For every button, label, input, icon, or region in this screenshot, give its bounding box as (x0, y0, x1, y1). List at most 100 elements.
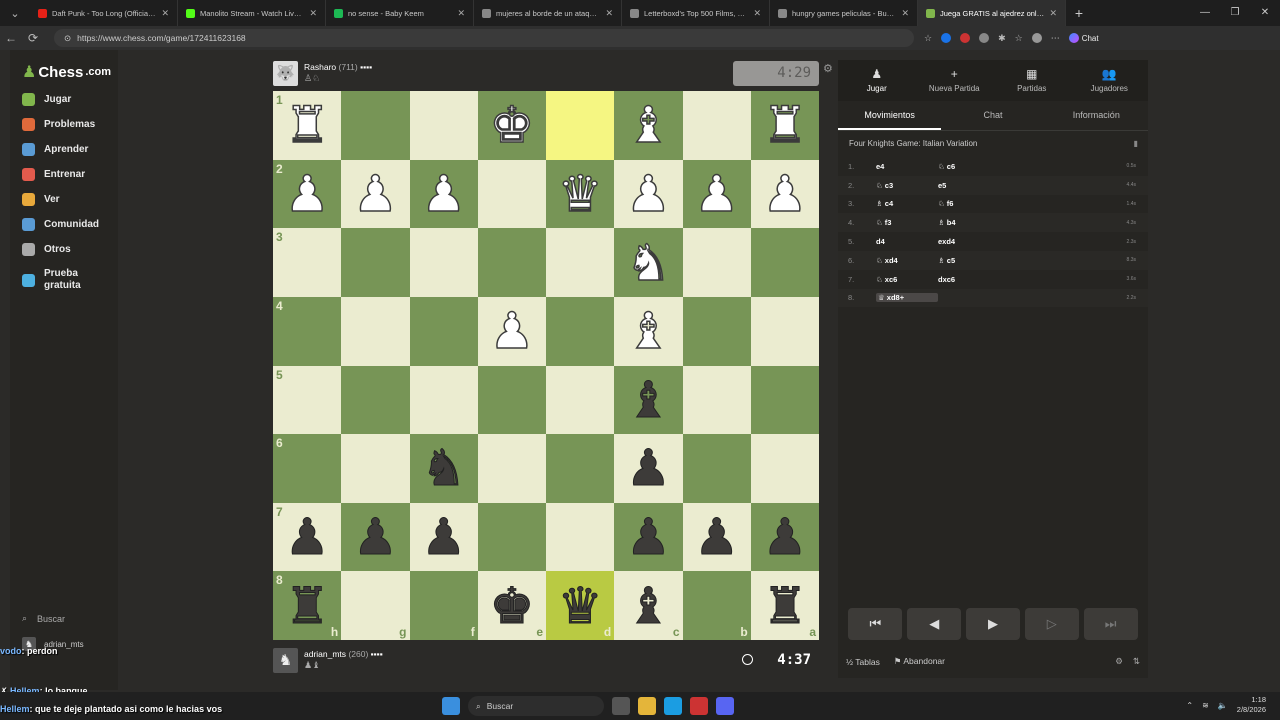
chess-piece[interactable]: ♞ (625, 237, 671, 289)
white-move[interactable]: ♘ xd4 (876, 256, 938, 265)
subtab[interactable]: Información (1045, 101, 1148, 130)
edge-icon[interactable] (664, 697, 682, 715)
sidebar-item-aprender[interactable]: Aprender (22, 143, 88, 156)
board-square[interactable]: ♝ (614, 365, 683, 435)
black-move[interactable]: exd4 (938, 237, 1000, 246)
next-move-button[interactable]: ▷ (1024, 608, 1079, 640)
browser-tab[interactable]: Daft Punk - Too Long (Official Au... ✕ (30, 0, 178, 26)
board-square[interactable] (682, 365, 751, 435)
chess-piece[interactable]: ♝ (625, 100, 671, 152)
sidebar-item-problemas[interactable]: Problemas (22, 118, 95, 131)
white-move[interactable]: ♘ f3 (876, 218, 938, 227)
player-avatar[interactable]: ♞ (273, 647, 298, 673)
app-icon[interactable] (690, 697, 708, 715)
board-square[interactable]: 7 ♟ (273, 502, 342, 572)
browser-tab[interactable]: no sense - Baby Keem ✕ (326, 0, 474, 26)
chess-piece[interactable]: ♜ (762, 580, 808, 631)
discord-icon[interactable] (716, 697, 734, 715)
board-square[interactable]: b (682, 571, 751, 640)
chess-piece[interactable]: ♜ (284, 100, 330, 152)
board-square[interactable]: 1 ♜ (273, 91, 342, 160)
extension-icon[interactable] (941, 33, 952, 43)
black-move[interactable]: dxc6 (938, 275, 1000, 284)
taskbar-search[interactable]: ⌕ Buscar (468, 696, 604, 716)
back-icon[interactable]: ← (0, 31, 22, 45)
board-square[interactable] (477, 502, 546, 572)
sidebar-item-comunidad[interactable]: Comunidad (22, 218, 99, 231)
board-square[interactable]: ♝ (614, 296, 683, 366)
sidebar-search[interactable]: ⌕ Buscar (22, 613, 65, 624)
board-square[interactable]: ♟ (750, 159, 819, 229)
extension-icon[interactable] (979, 33, 990, 43)
board-square[interactable] (682, 91, 751, 160)
wifi-icon[interactable]: ≋ (1202, 701, 1209, 710)
board-square[interactable]: c ♝ (614, 571, 683, 640)
site-info-icon[interactable]: ⊙ (64, 33, 71, 44)
flip-board-icon[interactable]: ⇅ (1133, 656, 1140, 667)
black-move[interactable]: ♗ c5 (938, 256, 1000, 265)
board-square[interactable]: ♟ (477, 296, 546, 366)
tab-list-chevron-icon[interactable]: ⌄ (0, 7, 30, 20)
star-icon[interactable]: ☆ (924, 33, 932, 44)
chess-piece[interactable]: ♟ (625, 443, 671, 494)
chess-board[interactable]: 1 ♜ ♚ ♝ ♜ 2 ♟ ♟ ♟ ♛ ♟ ♟ ♟ 3 ♞ 4 ♟ ♝ 5 ♝ 6 ♞ ♟ 7 ♟ ♟ ♟ ♟ ♟ ♟ 8 h ♜ g f e ♚ d ♛ c… (273, 91, 819, 640)
more-icon[interactable]: ⋯ (1051, 33, 1060, 44)
favorites-icon[interactable]: ☆ (1015, 33, 1023, 44)
panel-tab[interactable]: 👥 Jugadores (1071, 60, 1149, 101)
board-square[interactable] (477, 159, 546, 229)
board-square[interactable] (341, 91, 410, 160)
close-icon[interactable]: ✕ (1250, 0, 1280, 26)
chess-piece[interactable]: ♟ (762, 512, 808, 563)
board-square[interactable]: ♟ (614, 502, 683, 572)
board-square[interactable]: 8 h ♜ (273, 571, 342, 640)
board-square[interactable] (682, 296, 751, 366)
board-square[interactable]: 3 (273, 228, 342, 297)
close-tab-icon[interactable]: ✕ (161, 8, 169, 19)
board-square[interactable] (750, 228, 819, 297)
board-square[interactable] (546, 91, 615, 160)
board-square[interactable] (750, 434, 819, 503)
first-move-button[interactable]: ⏮ (848, 608, 903, 640)
board-square[interactable]: 2 ♟ (273, 159, 342, 229)
opening-name[interactable]: Four Knights Game: Italian Variation (849, 139, 977, 148)
chess-piece[interactable]: ♟ (284, 168, 330, 220)
close-tab-icon[interactable]: ✕ (457, 8, 465, 19)
chess-piece[interactable]: ♟ (352, 168, 398, 220)
board-square[interactable]: 4 (273, 296, 342, 366)
task-view-icon[interactable] (612, 697, 630, 715)
chess-piece[interactable]: ♝ (625, 580, 671, 631)
board-square[interactable] (341, 434, 410, 503)
close-tab-icon[interactable]: ✕ (605, 8, 613, 19)
chess-piece[interactable]: ♚ (489, 100, 535, 152)
white-move[interactable]: d4 (876, 237, 938, 246)
board-square[interactable] (341, 228, 410, 297)
chess-piece[interactable]: ♝ (625, 305, 671, 357)
board-square[interactable] (409, 365, 478, 435)
board-square[interactable] (546, 502, 615, 572)
black-move[interactable]: ♗ b4 (938, 218, 1000, 227)
chess-piece[interactable]: ♟ (625, 168, 671, 220)
sidebar-item-prueba-gratuita[interactable]: Prueba gratuita (22, 268, 99, 292)
board-square[interactable] (409, 91, 478, 160)
resign-button[interactable]: ⚑ Abandonar (894, 656, 945, 667)
windows-start-icon[interactable] (442, 697, 460, 715)
board-square[interactable]: ♛ (546, 159, 615, 229)
previous-move-button[interactable]: ◀ (907, 608, 962, 640)
maximize-icon[interactable]: ❐ (1220, 0, 1250, 26)
browser-tab[interactable]: mujeres al borde de un ataque de ✕ (474, 0, 622, 26)
opponent-name[interactable]: Rasharo (304, 62, 336, 72)
board-square[interactable]: ♟ (614, 434, 683, 503)
board-square[interactable]: ♚ (477, 91, 546, 160)
taskbar-clock[interactable]: 1:18 2/8/2026 (1237, 695, 1266, 715)
board-square[interactable] (477, 365, 546, 435)
board-settings-gear-icon[interactable]: ⚙ (823, 62, 833, 75)
chess-piece[interactable]: ♟ (489, 305, 535, 357)
board-square[interactable]: ♟ (341, 159, 410, 229)
panel-tab[interactable]: + Nueva Partida (916, 60, 994, 101)
chess-piece[interactable]: ♟ (694, 512, 740, 563)
white-move[interactable]: ♘ xc6 (876, 275, 938, 284)
white-move[interactable]: ♘ c3 (876, 181, 938, 190)
close-tab-icon[interactable]: ✕ (309, 8, 317, 19)
play-button[interactable]: ▶ (965, 608, 1020, 640)
board-square[interactable] (546, 434, 615, 503)
